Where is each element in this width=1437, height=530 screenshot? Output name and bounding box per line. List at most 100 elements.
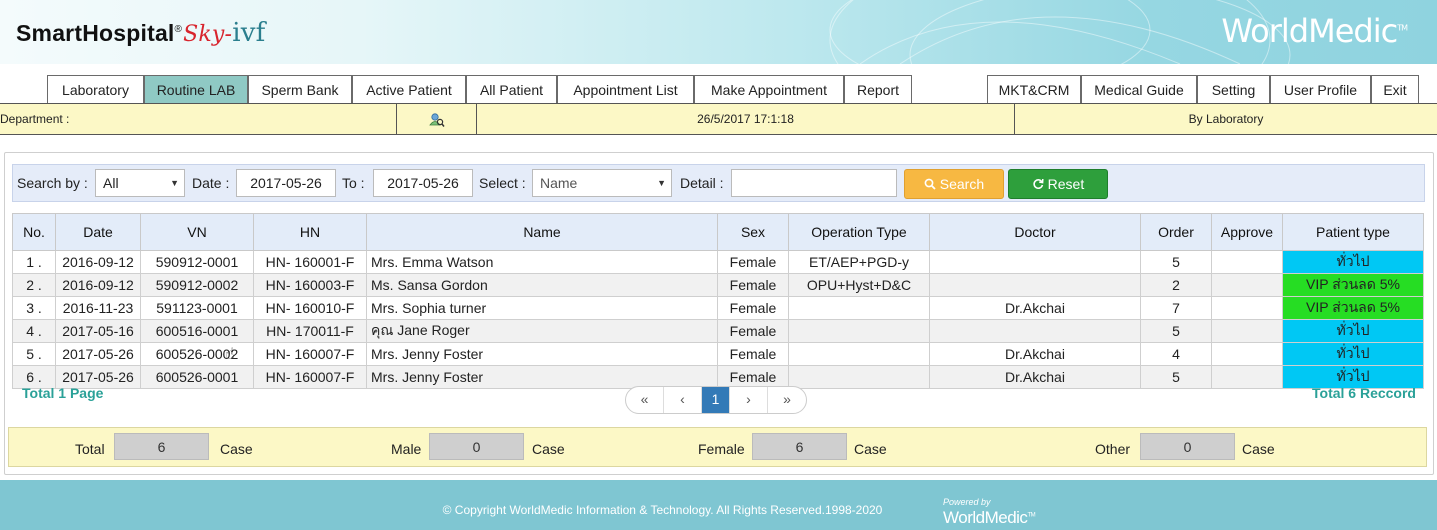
tab-appointment-list[interactable]: Appointment List xyxy=(557,75,694,104)
row-hn: HN- 170011-F xyxy=(253,319,367,343)
row-date: 2017-05-26 xyxy=(55,342,141,366)
column-header[interactable]: Order xyxy=(1140,213,1212,251)
to-label: To : xyxy=(342,175,365,191)
worldmedic-tm: TM xyxy=(1397,23,1408,33)
column-header[interactable]: Date xyxy=(55,213,141,251)
chevron-down-icon: ▼ xyxy=(657,178,666,188)
tab-routine-lab[interactable]: Routine LAB xyxy=(144,75,248,104)
tab-laboratory[interactable]: Laboratory xyxy=(47,75,144,104)
row-date: 2016-09-12 xyxy=(55,250,141,274)
search-by-label: Search by : xyxy=(17,175,88,191)
tab-sperm-bank[interactable]: Sperm Bank xyxy=(248,75,352,104)
user-search-icon[interactable] xyxy=(428,112,445,128)
row-doctor xyxy=(929,273,1141,297)
male-label: Male xyxy=(391,441,422,457)
select-field-value: Name xyxy=(540,175,578,191)
table-header-row: No. Date VN HN Name Sex Operation Type D… xyxy=(12,213,1424,251)
tab-mkt-crm[interactable]: MKT&CRM xyxy=(987,75,1081,104)
female-count: 6 xyxy=(752,433,847,460)
column-header[interactable]: HN xyxy=(253,213,367,251)
powered-by-logo-text: WorldMedic xyxy=(943,508,1028,527)
column-header[interactable]: Doctor xyxy=(929,213,1141,251)
row-name: Mrs. Jenny Foster xyxy=(366,342,718,366)
powered-by-text: Powered by xyxy=(943,497,991,507)
select-label: Select : xyxy=(479,175,526,191)
last-page-button[interactable]: » xyxy=(768,387,806,413)
column-header[interactable]: VN xyxy=(140,213,254,251)
search-button-label: Search xyxy=(939,176,985,192)
first-page-button[interactable]: « xyxy=(626,387,664,413)
row-vn: 600526-0002 xyxy=(140,342,254,366)
row-approve xyxy=(1211,342,1283,366)
row-order: 2 xyxy=(1140,273,1212,297)
row-number: 2 . xyxy=(12,273,56,297)
tab-make-appointment[interactable]: Make Appointment xyxy=(694,75,844,104)
reset-button-label: Reset xyxy=(1047,176,1085,192)
datetime-display: 26/5/2017 17:1:18 xyxy=(477,104,1015,134)
table-row[interactable]: 4 . 2017-05-16 600516-0001 HN- 170011-F คุณ … xyxy=(12,319,1424,343)
reset-button[interactable]: Reset xyxy=(1008,169,1108,199)
user-search-cell[interactable] xyxy=(397,104,477,134)
row-approve xyxy=(1211,250,1283,274)
column-header[interactable]: Name xyxy=(366,213,718,251)
row-operation-type: ET/AEP+PGD-y xyxy=(788,250,930,274)
summary-bar: Total 6 Case Male 0 Case Female 6 Case O… xyxy=(8,427,1427,467)
row-number: 5 . xyxy=(12,342,56,366)
row-vn: 591123-0001 xyxy=(140,296,254,320)
mode-display: By Laboratory xyxy=(1188,112,1264,126)
row-approve xyxy=(1211,319,1283,343)
female-label: Female xyxy=(698,441,745,457)
table-row[interactable]: 1 . 2016-09-12 590912-0001 HN- 160001-F Mrs.… xyxy=(12,250,1424,274)
row-patient-type: ทั่วไป xyxy=(1282,319,1424,343)
search-button[interactable]: Search xyxy=(904,169,1004,199)
pagination: « ‹ 1 › » xyxy=(625,386,807,414)
table-row[interactable]: 2 . 2016-09-12 590912-0002 HN- 160003-F Ms. … xyxy=(12,273,1424,297)
column-header[interactable]: Sex xyxy=(717,213,789,251)
row-hn: HN- 160001-F xyxy=(253,250,367,274)
tab-report[interactable]: Report xyxy=(844,75,912,104)
column-header[interactable]: Approve xyxy=(1211,213,1283,251)
row-doctor: Dr.Akchai xyxy=(929,342,1141,366)
row-patient-type: VIP ส่วนลด 5% xyxy=(1282,273,1424,297)
row-doctor: Dr.Akchai xyxy=(929,365,1141,389)
case-label: Case xyxy=(854,441,887,457)
total-record-text: Total 6 Reccord xyxy=(1312,385,1416,401)
total-label: Total xyxy=(75,441,105,457)
case-label: Case xyxy=(532,441,565,457)
row-hn: HN- 160007-F xyxy=(253,365,367,389)
tab-active-patient[interactable]: Active Patient xyxy=(352,75,466,104)
tab-all-patient[interactable]: All Patient xyxy=(466,75,557,104)
app-header: SmartHospital®Sky-ivf WorldMedicTM xyxy=(0,0,1437,64)
row-approve xyxy=(1211,296,1283,320)
info-bar: Department : 26/5/2017 17:1:18 By Labora… xyxy=(0,104,1437,135)
search-by-select[interactable]: All ▼ xyxy=(95,169,185,197)
tab-setting[interactable]: Setting xyxy=(1197,75,1270,104)
copyright-text: © Copyright WorldMedic Information & Tec… xyxy=(442,503,883,517)
row-doctor: Dr.Akchai xyxy=(929,296,1141,320)
page-number-button[interactable]: 1 xyxy=(702,387,730,413)
tab-user-profile[interactable]: User Profile xyxy=(1270,75,1371,104)
chevron-down-icon: ▼ xyxy=(170,178,179,188)
next-page-button[interactable]: › xyxy=(730,387,768,413)
tab-exit[interactable]: Exit xyxy=(1371,75,1419,104)
row-doctor xyxy=(929,250,1141,274)
row-operation-type xyxy=(788,296,930,320)
tab-medical-guide[interactable]: Medical Guide xyxy=(1081,75,1197,104)
column-header[interactable]: Operation Type xyxy=(788,213,930,251)
row-name: Ms. Sansa Gordon xyxy=(366,273,718,297)
prev-page-button[interactable]: ‹ xyxy=(664,387,702,413)
row-date: 2017-05-16 xyxy=(55,319,141,343)
date-from-input[interactable]: 2017-05-26 xyxy=(236,169,336,197)
row-date: 2016-09-12 xyxy=(55,273,141,297)
male-count: 0 xyxy=(429,433,524,460)
detail-input[interactable] xyxy=(731,169,897,197)
row-sex: Female xyxy=(717,273,789,297)
select-field-dropdown[interactable]: Name ▼ xyxy=(532,169,672,197)
column-header[interactable]: No. xyxy=(12,213,56,251)
table-row[interactable]: 3 . 2016-11-23 591123-0001 HN- 160010-F Mrs.… xyxy=(12,296,1424,320)
worldmedic-logo: WorldMedicTM xyxy=(1221,12,1408,50)
other-label: Other xyxy=(1095,441,1131,457)
date-to-input[interactable]: 2017-05-26 xyxy=(373,169,473,197)
column-header[interactable]: Patient type xyxy=(1282,213,1424,251)
worldmedic-logo-text: WorldMedic xyxy=(1221,12,1398,50)
